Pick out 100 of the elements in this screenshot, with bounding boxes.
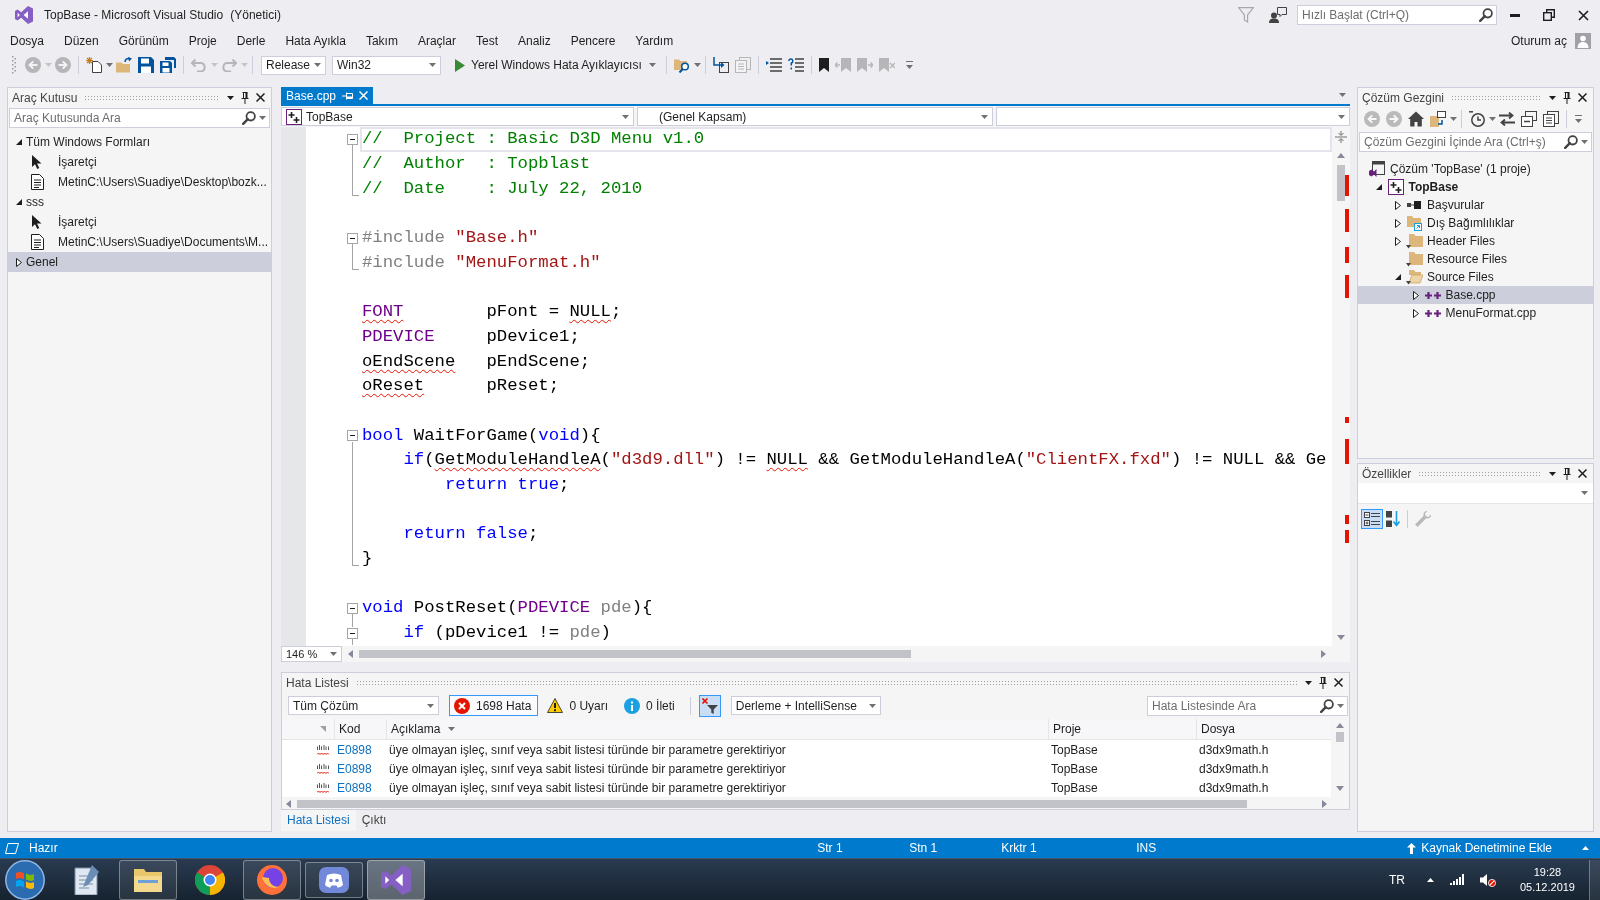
clock-date[interactable]: 05.12.2019: [1519, 879, 1575, 895]
tree-item[interactable]: Base.cpp: [1358, 286, 1593, 304]
platform-dropdown[interactable]: Win32: [332, 55, 441, 75]
tree-item[interactable]: TopBase: [1358, 178, 1593, 196]
sort-down-icon[interactable]: [1386, 511, 1400, 527]
menu-item[interactable]: Pencere: [560, 31, 626, 51]
column-header[interactable]: Kod: [339, 722, 361, 736]
search-field[interactable]: Hata Listesinde Ara: [1147, 695, 1348, 716]
toolbox-group[interactable]: Tüm Windows Formları: [8, 132, 271, 152]
tree-item[interactable]: Header Files: [1358, 232, 1593, 250]
tree-arrow-icon[interactable]: [1394, 218, 1401, 228]
folder-icon[interactable]: [119, 859, 177, 900]
column-header[interactable]: Proje: [1053, 722, 1081, 736]
caret-icon[interactable]: [1549, 95, 1556, 100]
menu-item[interactable]: Görünüm: [108, 31, 179, 51]
configuration-dropdown[interactable]: Release: [261, 55, 326, 75]
toolbar-grip[interactable]: [12, 56, 16, 74]
studio-logo-icon[interactable]: [367, 859, 425, 900]
menu-item[interactable]: Araçlar: [407, 31, 466, 51]
error-row[interactable]: E0898 üye olmayan işleç, sınıf veya sabit listesi türünde bir parametre gerektiriyor TopBase d3dx9math.h: [282, 759, 1331, 778]
tree-item[interactable]: MenuFormat.cpp: [1358, 304, 1593, 322]
tree-arrow-icon[interactable]: [16, 139, 22, 145]
scope-dropdown[interactable]: Tüm Çözüm: [288, 696, 439, 715]
menu-item[interactable]: Analiz: [507, 31, 561, 51]
collapse-icon[interactable]: [346, 133, 358, 145]
game-controller-icon[interactable]: [305, 861, 363, 898]
menu-item[interactable]: Düzen: [54, 31, 109, 51]
pin-icon[interactable]: [1563, 91, 1571, 104]
vertical-scrollbar[interactable]: [1331, 719, 1349, 797]
toolbox-group[interactable]: Genel: [8, 252, 271, 272]
categorized-icon[interactable]: [1361, 509, 1383, 529]
search-icon[interactable]: [1320, 698, 1334, 713]
collapse-icon[interactable]: [346, 232, 358, 244]
build-source-dropdown[interactable]: Derleme + IntelliSense: [730, 696, 881, 715]
tree-item[interactable]: Source Files: [1358, 268, 1593, 286]
feedback-icon[interactable]: [1269, 7, 1287, 23]
close-icon[interactable]: [1578, 469, 1587, 478]
pin-icon[interactable]: [1319, 676, 1327, 689]
clock-time[interactable]: 19:28: [1533, 864, 1562, 880]
tree-item[interactable]: Dış Bağımlılıklar: [1358, 214, 1593, 232]
show-desktop-button[interactable]: [1589, 859, 1600, 900]
search-icon[interactable]: [1479, 8, 1493, 22]
caret-up-icon[interactable]: [1426, 877, 1434, 882]
tree-arrow-icon[interactable]: [16, 257, 22, 267]
tree-arrow-icon[interactable]: [16, 199, 22, 205]
tree-arrow-icon[interactable]: [1394, 274, 1401, 280]
home-icon[interactable]: [1408, 111, 1424, 127]
error-code-link[interactable]: E0898: [337, 742, 372, 757]
scope-dropdown[interactable]: (Genel Kapsam): [637, 107, 993, 126]
toolbox-item[interactable]: İşaretçi: [8, 152, 271, 172]
flame-globe-icon[interactable]: [243, 859, 301, 900]
close-icon[interactable]: [1578, 93, 1587, 102]
sync-arrows-icon[interactable]: [1499, 112, 1515, 126]
pin-icon[interactable]: [1563, 467, 1571, 480]
project-dropdown[interactable]: TopBase: [281, 107, 634, 126]
stacked-pages-icon[interactable]: [1543, 111, 1559, 127]
quick-launch-field[interactable]: Hızlı Başlat (Ctrl+Q): [1297, 5, 1497, 25]
browser-icon[interactable]: [195, 864, 225, 895]
minimize-icon[interactable]: [1510, 13, 1520, 17]
menu-item[interactable]: Takım: [355, 31, 408, 51]
toolbox-item[interactable]: İşaretçi: [8, 212, 271, 232]
panel-tab[interactable]: Çıktı: [355, 810, 393, 831]
restore-icon[interactable]: [1543, 9, 1555, 21]
tree-arrow-icon[interactable]: [1376, 184, 1382, 190]
save-all-icon[interactable]: [160, 57, 176, 73]
save-icon[interactable]: [138, 57, 154, 73]
lines-mark-icon[interactable]: [787, 58, 804, 72]
tree-item[interactable]: Çözüm 'TopBase' (1 proje): [1358, 160, 1593, 178]
caret-icon[interactable]: [1305, 680, 1312, 685]
toolbox-item[interactable]: MetinC:\Users\Suadiye\Documents\M...: [8, 232, 271, 252]
zoom-dropdown[interactable]: 146 %: [281, 646, 342, 662]
toolbar-overflow-icon[interactable]: [1575, 115, 1582, 123]
error-code-link[interactable]: E0898: [337, 780, 372, 795]
collapse-icon[interactable]: [346, 430, 358, 442]
tree-arrow-icon[interactable]: [1394, 236, 1401, 246]
menu-item[interactable]: Hata Ayıkla: [275, 31, 356, 51]
error-code-link[interactable]: E0898: [337, 761, 372, 776]
tree-arrow-icon[interactable]: [1394, 200, 1401, 210]
start-orb-icon[interactable]: [5, 859, 45, 900]
menu-item[interactable]: Derle: [226, 31, 276, 51]
notepad-icon[interactable]: [71, 864, 101, 895]
toolbox-item[interactable]: MetinC:\Users\Suadiye\Desktop\bozk...: [8, 172, 271, 192]
menu-item[interactable]: Dosya: [0, 31, 54, 51]
menu-item[interactable]: Yardım: [625, 31, 684, 51]
toolbox-group[interactable]: sss: [8, 192, 271, 212]
clock-icon[interactable]: [1469, 111, 1485, 127]
search-icon[interactable]: [1564, 135, 1578, 149]
tree-item[interactable]: Resource Files: [1358, 250, 1593, 268]
signal-bars-icon[interactable]: [1449, 874, 1464, 885]
language-indicator[interactable]: TR: [1388, 872, 1405, 887]
filter-button[interactable]: 1698 Hata: [449, 695, 539, 716]
tree-arrow-icon[interactable]: [1413, 290, 1419, 300]
close-icon[interactable]: [1577, 9, 1589, 21]
bookmark-icon[interactable]: [818, 58, 829, 72]
collapse-all-icon[interactable]: [1521, 111, 1537, 127]
filter-button[interactable]: 0 Uyarı: [542, 695, 616, 716]
caret-icon[interactable]: [227, 95, 234, 100]
menu-item[interactable]: Proje: [178, 31, 227, 51]
close-icon[interactable]: [256, 93, 265, 102]
filter-button[interactable]: 0 İleti: [619, 695, 682, 716]
